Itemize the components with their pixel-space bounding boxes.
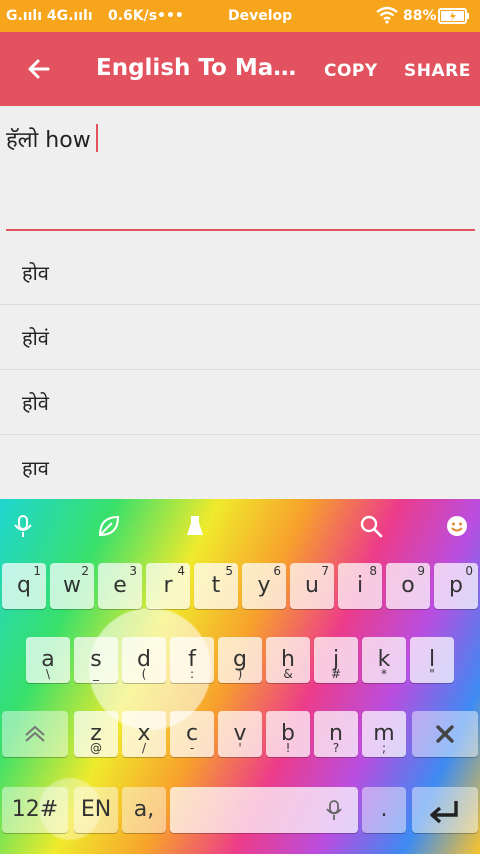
period-key[interactable]: . xyxy=(362,787,406,833)
key-d[interactable]: d( xyxy=(122,637,166,683)
shift-icon xyxy=(25,725,45,742)
suggestion-item[interactable]: होव xyxy=(0,240,480,305)
keyboard-toolbar xyxy=(0,499,480,555)
key-s[interactable]: s _ xyxy=(74,637,118,683)
key-z[interactable]: z @ xyxy=(74,711,118,757)
app-bar: English To Mar... COPY SHARE xyxy=(0,32,480,106)
suggestion-item[interactable]: होवे xyxy=(0,370,480,435)
key-k[interactable]: k * xyxy=(362,637,406,683)
status-center-text: Develop xyxy=(228,8,293,24)
notification-dots: ••• xyxy=(157,8,184,24)
search-icon[interactable] xyxy=(358,513,384,539)
key-w[interactable]: 2w xyxy=(50,563,94,609)
key-c[interactable]: c- xyxy=(170,711,214,757)
key-o[interactable]: 9o xyxy=(386,563,430,609)
microphone-icon xyxy=(326,800,342,820)
key-t[interactable]: 5t xyxy=(194,563,238,609)
key-g[interactable]: g) xyxy=(218,637,262,683)
key-f[interactable]: f: xyxy=(170,637,214,683)
status-bar: G.ıılı 4G.ıılı 0.6K/s ••• Develop 88% xyxy=(0,0,480,32)
back-button[interactable] xyxy=(22,52,56,86)
key-r[interactable]: 4r xyxy=(146,563,190,609)
key-a[interactable]: a \ xyxy=(26,637,70,683)
editor-text: हॅलो how xyxy=(6,128,91,153)
backspace-x-icon xyxy=(436,725,454,743)
theme-icon[interactable] xyxy=(182,513,208,539)
symbols-key[interactable]: 12# xyxy=(2,787,68,833)
key-b[interactable]: b! xyxy=(266,711,310,757)
keyboard: 1q 2w 3e 4r 5t 6y 7u 8i 9o 0p a \ s _ d( f… xyxy=(0,499,480,854)
suggestion-item[interactable]: होवं xyxy=(0,305,480,370)
wifi-icon xyxy=(376,6,398,28)
signal-indicator: G.ıılı 4G.ıılı xyxy=(6,8,93,24)
key-j[interactable]: j # xyxy=(314,637,358,683)
key-v[interactable]: v ' xyxy=(218,711,262,757)
key-n[interactable]: n? xyxy=(314,711,358,757)
share-button[interactable]: SHARE xyxy=(404,61,471,81)
copy-button[interactable]: COPY xyxy=(324,61,378,81)
comma-key[interactable]: a, xyxy=(122,787,166,833)
shift-key[interactable] xyxy=(2,711,68,757)
suggestion-item[interactable]: हाव xyxy=(0,435,480,500)
enter-icon xyxy=(430,801,458,824)
key-i[interactable]: 8i xyxy=(338,563,382,609)
enter-key[interactable] xyxy=(412,787,478,833)
leaf-icon[interactable] xyxy=(96,513,122,539)
key-y[interactable]: 6y xyxy=(242,563,286,609)
delete-key[interactable] xyxy=(412,711,478,757)
key-q[interactable]: 1q xyxy=(2,563,46,609)
language-key[interactable]: EN xyxy=(74,787,118,833)
page-title: English To Mar... xyxy=(96,55,301,81)
key-m[interactable]: m; xyxy=(362,711,406,757)
microphone-icon[interactable] xyxy=(10,513,36,539)
key-p[interactable]: 0p xyxy=(434,563,478,609)
key-e[interactable]: 3e xyxy=(98,563,142,609)
key-h[interactable]: h & xyxy=(266,637,310,683)
text-cursor xyxy=(96,124,98,152)
battery-icon xyxy=(438,8,470,28)
text-editor[interactable]: हॅलो how xyxy=(0,106,480,236)
key-u[interactable]: 7u xyxy=(290,563,334,609)
key-x[interactable]: x / xyxy=(122,711,166,757)
battery-percent: 88% xyxy=(403,8,437,24)
emoji-icon[interactable] xyxy=(444,513,470,539)
network-speed: 0.6K/s xyxy=(108,8,158,24)
arrow-left-icon xyxy=(28,59,50,79)
key-l[interactable]: l " xyxy=(410,637,454,683)
editor-underline xyxy=(6,229,475,231)
space-key[interactable] xyxy=(170,787,358,833)
